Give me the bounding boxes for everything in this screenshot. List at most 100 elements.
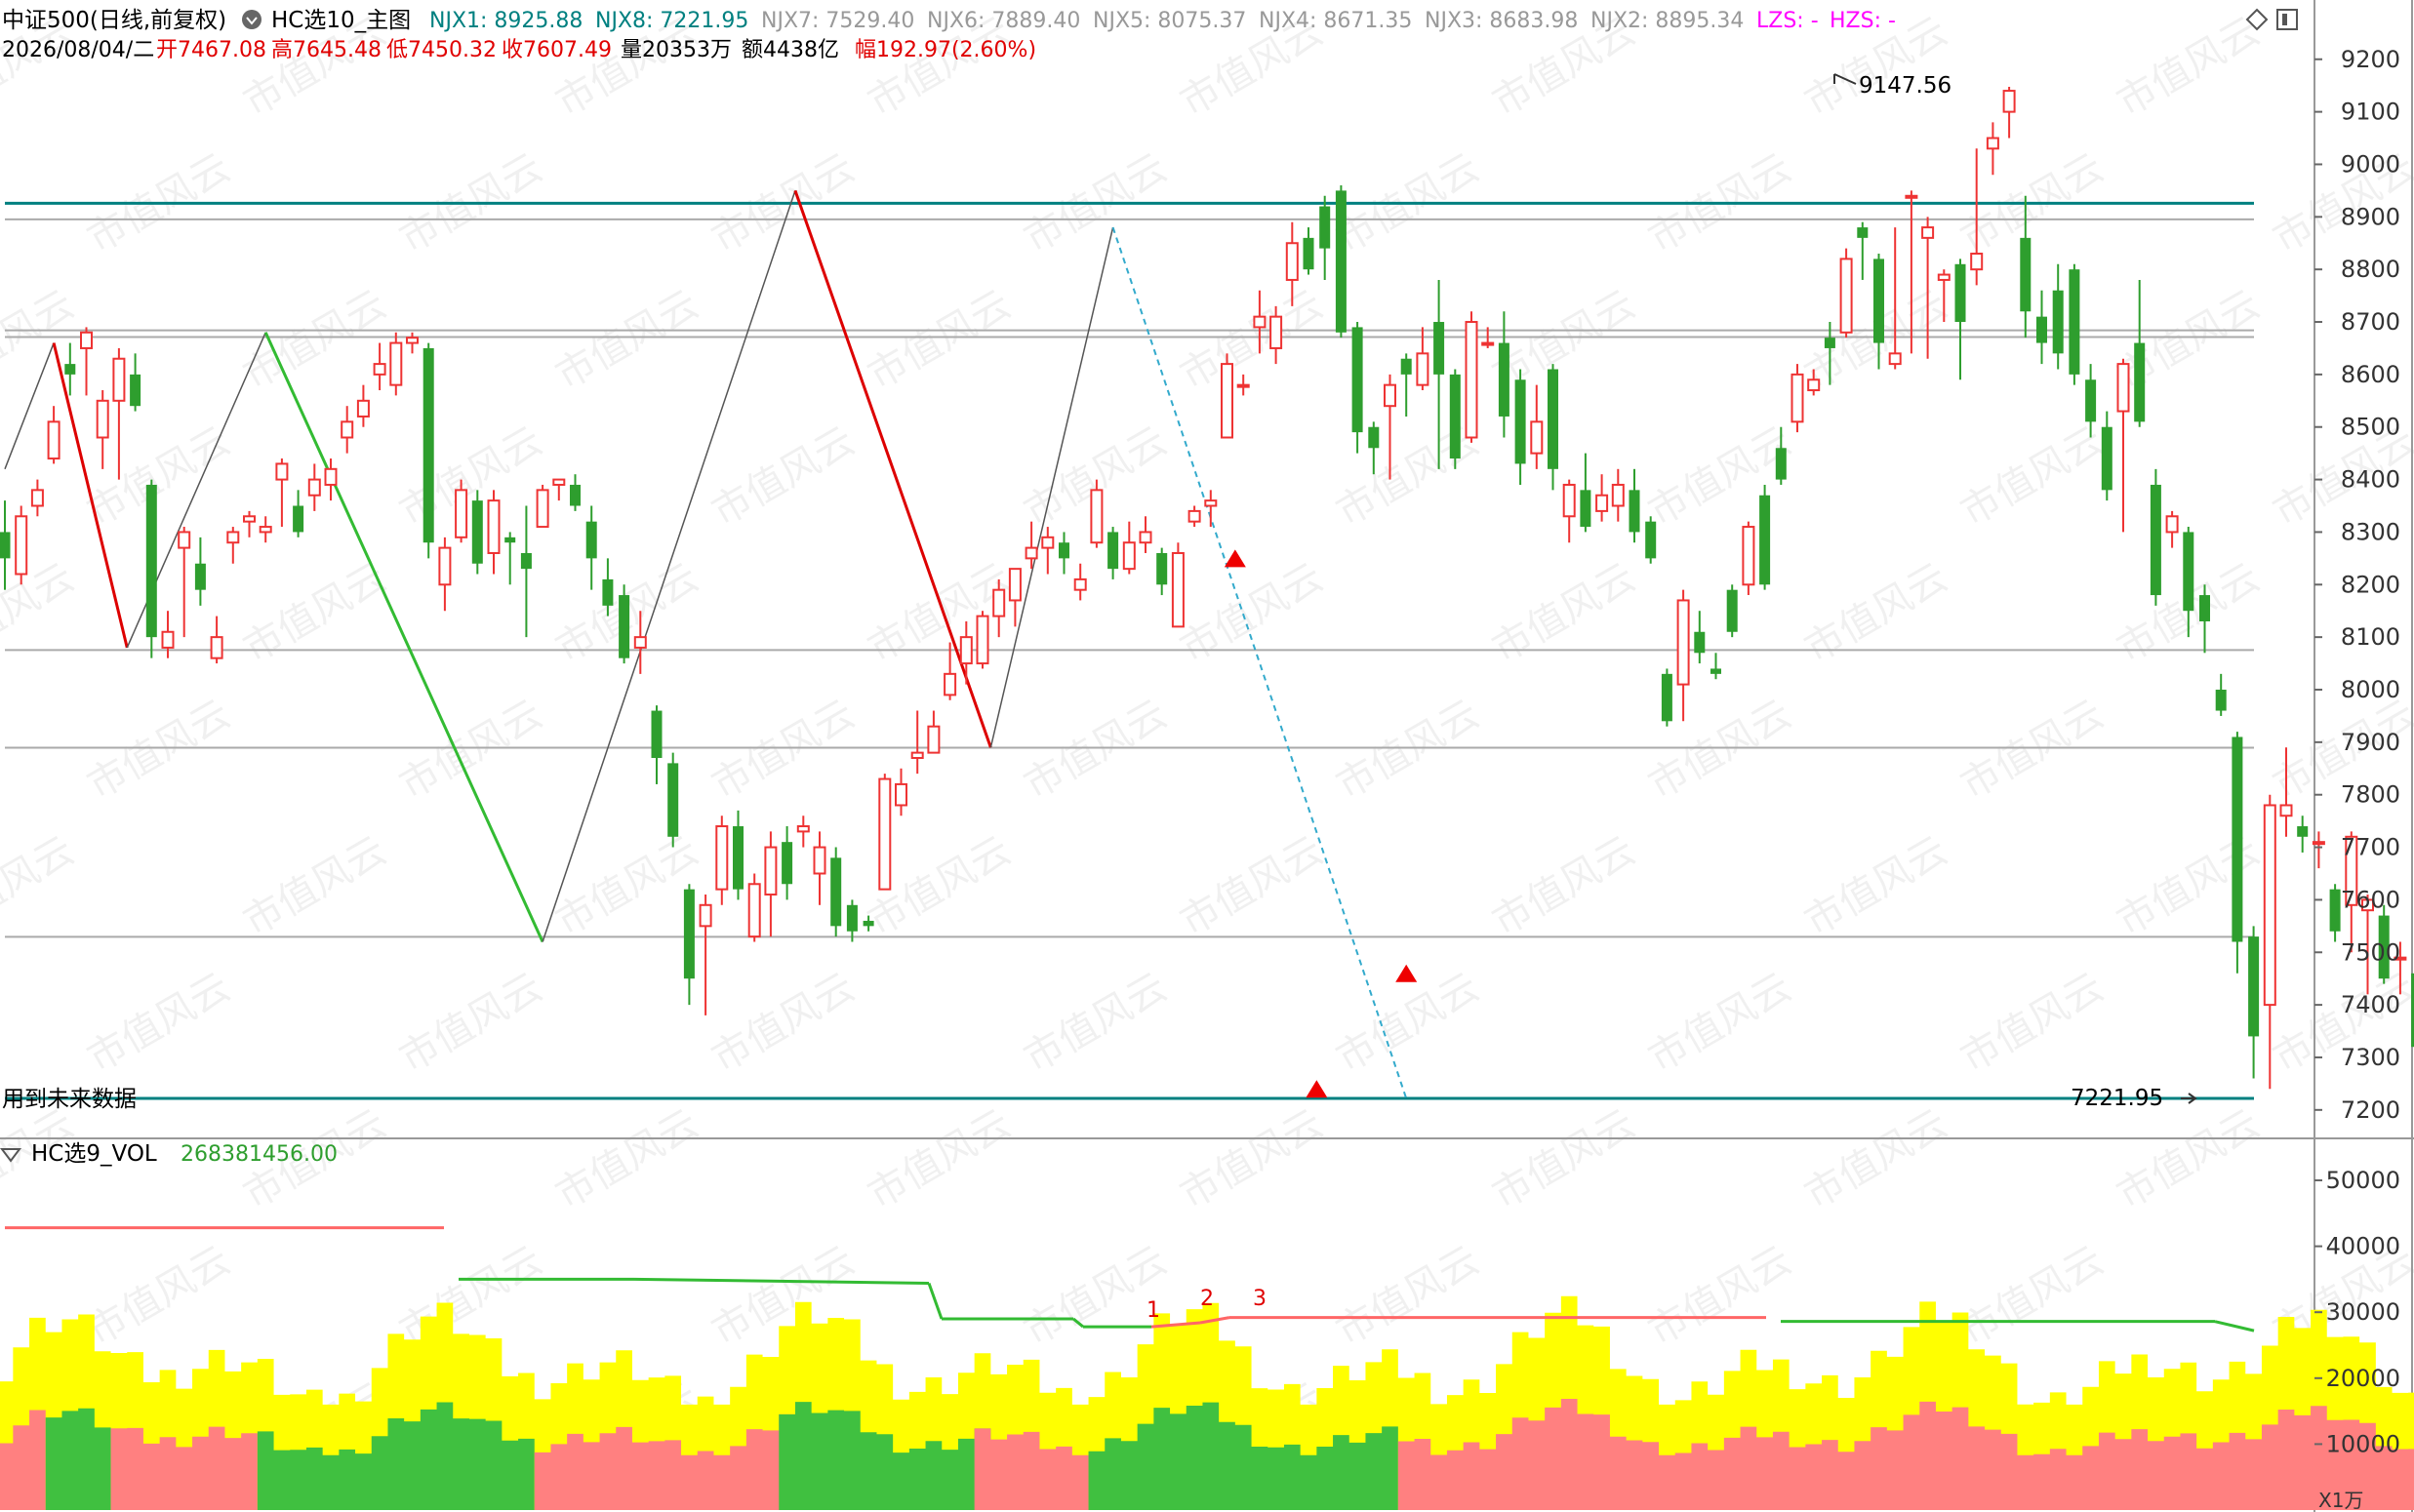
candle-body-down	[520, 552, 532, 570]
candle-body-up	[1236, 383, 1250, 388]
candle-body-up	[487, 499, 501, 554]
candle-body-up	[910, 751, 924, 760]
candle-body-down	[422, 347, 434, 543]
candle-body-up	[341, 420, 354, 439]
price-tick-label: 8800	[2341, 256, 2400, 283]
lzs-value: LZS: -	[1756, 9, 1819, 33]
price-tick-label: 7500	[2341, 938, 2400, 966]
candle-body-up	[1807, 378, 1821, 392]
price-tick-label: 8500	[2341, 414, 2400, 441]
candle-body-down	[570, 484, 581, 506]
watermark-text: 市值风云	[1329, 692, 1487, 809]
candle-body-up	[2263, 804, 2276, 1007]
volume-tick-label: 40000	[2326, 1233, 2400, 1260]
watermark-text: 市值风云	[0, 828, 82, 945]
price-tick-label: 7900	[2341, 729, 2400, 756]
price-tick-label: 8200	[2341, 571, 2400, 598]
njx8-value: NJX8: 7221.95	[595, 9, 748, 33]
watermark-text: 市值风云	[1953, 418, 2112, 536]
candle-body-down	[1433, 322, 1445, 375]
candle-body-up	[161, 630, 175, 649]
candle-body-up	[878, 777, 892, 891]
candle-body-down	[1059, 542, 1069, 559]
candle-body-down	[733, 826, 744, 890]
candle-body-down	[2329, 889, 2341, 932]
candle-body-down	[2199, 595, 2210, 621]
hzs-value: HZS: -	[1830, 9, 1896, 33]
bar-low: 低7450.32	[386, 38, 497, 62]
candle-body-down	[2232, 736, 2243, 942]
candle-body-down	[2248, 936, 2260, 1037]
candle-body-up	[373, 363, 386, 376]
candle-body-down	[1368, 426, 1380, 449]
candle-body-up	[30, 489, 44, 507]
watermark-text: 市值风云	[704, 418, 863, 536]
candle-body-up	[1790, 373, 1804, 423]
candle-body-down	[1335, 190, 1347, 333]
candle-body-down	[2052, 290, 2064, 354]
watermark-text: 市值风云	[861, 1101, 1019, 1218]
low-price-label: 7221.95	[2071, 1086, 2163, 1111]
candle-body-down	[651, 710, 663, 759]
candle-body-down	[2183, 532, 2194, 612]
candle-body-down	[1954, 263, 1966, 323]
watermark-text: 市值风云	[2110, 9, 2268, 126]
njx3-value: NJX3: 8683.98	[1425, 9, 1578, 33]
bar-close: 收7607.49	[502, 38, 612, 62]
watermark-text: 市值风云	[1953, 1238, 2112, 1355]
watermark-text: 市值风云	[1797, 1101, 1955, 1218]
watermark-text: 市值风云	[704, 692, 863, 809]
candle-body-up	[764, 846, 778, 896]
candle-body-down	[602, 578, 614, 606]
candle-body-up	[992, 588, 1006, 617]
watermark-text: 市值风云	[1329, 418, 1487, 536]
candle-body-up	[633, 636, 647, 649]
candle-body-down	[830, 857, 842, 927]
candle-body-up	[2312, 841, 2325, 846]
indicator-name[interactable]: HC选10_主图	[271, 8, 411, 33]
candle-body-up	[976, 615, 989, 665]
bar-volume: 量20353万	[621, 38, 732, 62]
candle-body-up	[1139, 531, 1152, 544]
njx2-value: NJX2: 8895.34	[1590, 9, 1744, 33]
candle-body-up	[1090, 489, 1104, 544]
candle-body-down	[1156, 552, 1168, 585]
candle-body-down	[145, 484, 157, 638]
candle-body-down	[1319, 206, 1331, 249]
vol-indicator-name[interactable]: HC选9_VOL	[31, 1141, 157, 1167]
watermark-text: 市值风云	[80, 692, 238, 809]
watermark-text: 市值风云	[861, 282, 1019, 399]
candle-body-down	[2085, 379, 2097, 422]
candle-body-up	[1937, 273, 1951, 281]
candle-body-down	[1775, 448, 1787, 480]
candle-body-down	[585, 521, 597, 559]
candle-body-down	[683, 889, 695, 979]
candle-body-down	[1351, 327, 1363, 433]
candle-body-up	[959, 636, 973, 665]
candle-body-up	[1041, 536, 1055, 549]
price-tick-label: 8300	[2341, 518, 2400, 545]
njx5-value: NJX5: 8075.37	[1093, 9, 1246, 33]
watermark-text: 市值风云	[1641, 418, 1799, 536]
candle-body-up	[226, 531, 240, 544]
candle-body-down	[293, 505, 304, 533]
candle-body-down	[2036, 316, 2047, 343]
price-tick-label: 7300	[2341, 1044, 2400, 1071]
watermark-text: 市值风云	[236, 282, 394, 399]
candle-body-down	[1726, 589, 1738, 632]
candle-body-down	[1710, 668, 1721, 674]
candle-body-up	[895, 782, 907, 807]
candle-body-down	[2297, 826, 2309, 837]
candle-body-up	[927, 725, 941, 754]
candle-body-down	[504, 537, 516, 543]
watermark-text: 市值风云	[80, 965, 238, 1082]
candle-body-down	[1645, 521, 1657, 559]
candle-body-down	[782, 842, 793, 885]
price-tick-label: 8900	[2341, 203, 2400, 230]
indicator-menu-icon[interactable]	[242, 10, 262, 29]
candle-body-up	[80, 331, 93, 349]
price-tick-label: 9100	[2341, 99, 2400, 126]
candle-body-up	[15, 515, 28, 576]
watermark-text: 市值风云	[548, 828, 706, 945]
candle-body-up	[1008, 568, 1022, 602]
